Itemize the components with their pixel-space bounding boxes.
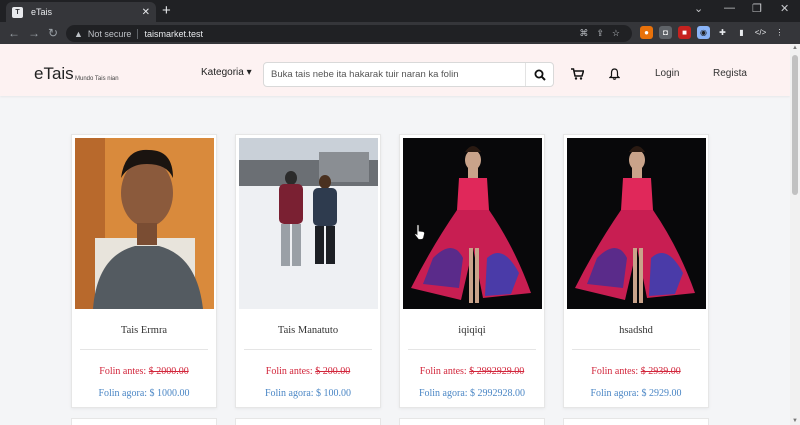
- product-card[interactable]: [563, 418, 709, 425]
- translate-icon[interactable]: ⌘: [579, 25, 588, 42]
- new-price-label: Folin agora:: [590, 388, 640, 399]
- divider: [137, 28, 139, 39]
- product-name[interactable]: Tais Manatuto: [236, 325, 380, 336]
- share-icon[interactable]: ⇪: [596, 25, 604, 42]
- product-card[interactable]: Tais Manatuto Folin antes: $ 200.00 Foli…: [235, 134, 381, 408]
- scroll-up-icon[interactable]: ▲: [792, 45, 798, 51]
- browser-tab[interactable]: T eTais ✕: [6, 2, 156, 22]
- new-price-value: $ 1000.00: [149, 388, 190, 399]
- new-price: Folin agora: $ 100.00: [236, 388, 380, 399]
- product-card[interactable]: hsadshd Folin antes: $ 2939.00 Folin ago…: [563, 134, 709, 408]
- devtools-icon[interactable]: </>: [754, 26, 767, 39]
- extension-icon[interactable]: ◘: [659, 26, 672, 39]
- product-card[interactable]: iqiqiqi Folin antes: $ 2992929.00 Folin …: [399, 134, 545, 408]
- new-price-label: Folin agora:: [98, 388, 148, 399]
- new-price-label: Folin agora:: [264, 388, 314, 399]
- cart-icon[interactable]: [571, 67, 585, 85]
- product-card[interactable]: [71, 418, 217, 425]
- search-icon: [534, 69, 546, 81]
- extension-icon[interactable]: ■: [678, 26, 691, 39]
- old-price-label: Folin antes:: [99, 366, 147, 377]
- site-logo[interactable]: eTais: [34, 64, 74, 84]
- product-image[interactable]: [567, 138, 706, 309]
- old-price-value: $ 200.00: [315, 366, 351, 377]
- extension-icon[interactable]: ◉: [697, 26, 710, 39]
- hand-cursor-icon: [414, 224, 425, 240]
- address-bar[interactable]: ▲ Not secure taismarket.test ⌘ ⇪ ☆: [66, 25, 632, 42]
- divider: [572, 349, 700, 350]
- url-text[interactable]: taismarket.test: [144, 29, 203, 39]
- forward-icon[interactable]: →: [28, 26, 40, 40]
- product-name[interactable]: Tais Ermra: [72, 325, 216, 336]
- search-input[interactable]: [264, 63, 525, 86]
- caret-down-icon: ▾: [246, 67, 252, 78]
- old-price: Folin antes: $ 2992929.00: [400, 366, 544, 377]
- category-dropdown[interactable]: Kategoria ▾: [201, 67, 252, 78]
- product-card[interactable]: [235, 418, 381, 425]
- site-header: eTais Mundo Tais nian Kategoria ▾ Login …: [0, 44, 790, 96]
- bookmark-star-icon[interactable]: ☆: [612, 25, 620, 42]
- back-icon[interactable]: ←: [8, 26, 20, 40]
- old-price-value: $ 2000.00: [148, 366, 189, 377]
- extension-icon[interactable]: ●: [640, 26, 653, 39]
- scrollbar[interactable]: ▲ ▼: [790, 44, 800, 425]
- new-price-value: $ 100.00: [316, 388, 352, 399]
- menu-icon[interactable]: ⋮: [773, 26, 786, 39]
- product-name[interactable]: iqiqiqi: [400, 325, 544, 336]
- close-window-icon[interactable]: ✕: [780, 2, 789, 15]
- product-image[interactable]: [75, 138, 214, 309]
- tab-search-icon[interactable]: ⌄: [694, 2, 703, 15]
- new-price-value: $ 2929.00: [641, 388, 682, 399]
- security-label[interactable]: Not secure: [88, 29, 132, 39]
- search-button[interactable]: [525, 63, 553, 86]
- restore-icon[interactable]: ❐: [752, 2, 762, 15]
- old-price-label: Folin antes:: [265, 366, 313, 377]
- product-name[interactable]: hsadshd: [564, 325, 708, 336]
- minimize-icon[interactable]: —: [724, 2, 735, 14]
- warning-icon[interactable]: ▲: [74, 29, 83, 39]
- product-card[interactable]: [399, 418, 545, 425]
- new-price: Folin agora: $ 1000.00: [72, 388, 216, 399]
- scrollbar-thumb[interactable]: [792, 55, 798, 195]
- tab-close-icon[interactable]: ✕: [142, 7, 150, 18]
- new-tab-button[interactable]: +: [162, 2, 171, 20]
- browser-toolbar: ← → ↻ ▲ Not secure taismarket.test ⌘ ⇪ ☆…: [0, 22, 800, 44]
- divider: [80, 349, 208, 350]
- search-bar: [263, 62, 554, 87]
- divider: [408, 349, 536, 350]
- divider: [244, 349, 372, 350]
- category-label: Kategoria: [201, 67, 244, 78]
- old-price-value: $ 2992929.00: [469, 366, 525, 377]
- old-price-label: Folin antes:: [591, 366, 639, 377]
- new-price-label: Folin agora:: [418, 388, 468, 399]
- old-price: Folin antes: $ 2939.00: [564, 366, 708, 377]
- reload-icon[interactable]: ↻: [48, 26, 58, 40]
- old-price-label: Folin antes:: [419, 366, 467, 377]
- old-price-value: $ 2939.00: [640, 366, 681, 377]
- login-link[interactable]: Login: [655, 68, 679, 79]
- tab-title: eTais: [31, 7, 53, 17]
- register-link[interactable]: Regista: [713, 68, 747, 79]
- extensions-puzzle-icon[interactable]: ✚: [716, 26, 729, 39]
- product-image[interactable]: [239, 138, 378, 309]
- browser-tab-bar: T eTais ✕ + ⌄ — ❐ ✕: [0, 0, 800, 22]
- scroll-down-icon[interactable]: ▼: [792, 418, 798, 424]
- bell-icon[interactable]: [608, 67, 621, 85]
- old-price: Folin antes: $ 2000.00: [72, 366, 216, 377]
- new-price: Folin agora: $ 2992928.00: [400, 388, 544, 399]
- new-price: Folin agora: $ 2929.00: [564, 388, 708, 399]
- product-card[interactable]: Tais Ermra Folin antes: $ 2000.00 Folin …: [71, 134, 217, 408]
- site-tagline: Mundo Tais nian: [75, 76, 119, 82]
- new-price-value: $ 2992928.00: [470, 388, 526, 399]
- page-favicon-icon: T: [12, 6, 23, 18]
- side-panel-icon[interactable]: ▮: [735, 26, 748, 39]
- old-price: Folin antes: $ 200.00: [236, 366, 380, 377]
